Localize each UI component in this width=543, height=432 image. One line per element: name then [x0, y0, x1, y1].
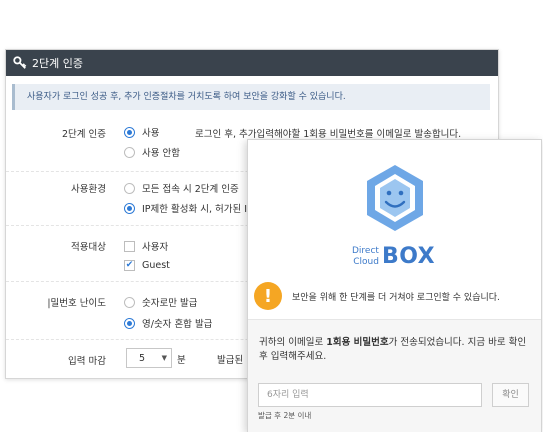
auth-option-off[interactable]: 사용 안함	[124, 145, 180, 159]
chevron-down-icon: ▼	[161, 354, 167, 362]
panel-title: 2단계 인증	[32, 57, 83, 70]
brand-wordmark: Direct Cloud BOX	[352, 244, 435, 269]
expire-note: 발급 후 2분 이내	[258, 411, 312, 420]
deadline-select[interactable]: 5 ▼	[126, 348, 172, 368]
env-option-all[interactable]: 모든 접속 시 2단계 인증	[124, 181, 239, 195]
otp-code-input[interactable]: 6자리 입력	[258, 383, 482, 407]
brand-direct: Direct	[352, 245, 379, 256]
target-label: 적용대상	[71, 242, 106, 253]
deadline-unit: 분	[177, 355, 186, 366]
radio-unchecked[interactable]	[124, 296, 135, 308]
confirm-button[interactable]: 확인	[492, 383, 529, 407]
radio-checked[interactable]	[124, 317, 135, 329]
difficulty-option-numeric[interactable]: 숫자로만 발급	[124, 295, 197, 309]
sent-bold: 1회용 비밀번호	[326, 337, 389, 348]
env-option-ip-label: IP제한 활성화 시, 허가된 I	[142, 204, 248, 215]
auth-option-off-label: 사용 안함	[142, 148, 180, 159]
difficulty-option-mixed-label: 영/숫자 혼합 발급	[142, 319, 213, 330]
auth-option-use[interactable]: 사용	[124, 125, 159, 139]
deadline-trailing-text: 발급된	[217, 355, 244, 366]
radio-checked[interactable]	[124, 202, 135, 214]
auth-option-use-label: 사용	[142, 128, 160, 139]
auth-description: 로그인 후, 추가입력해야할 1회용 비밀번호를 이메일로 발송합니다.	[195, 129, 462, 140]
brand-box: BOX	[381, 244, 436, 269]
sent-pre: 귀하의 이메일로	[259, 337, 327, 348]
warning-icon: !	[254, 282, 282, 310]
difficulty-option-numeric-label: 숫자로만 발급	[142, 298, 198, 309]
brand-cloud: Cloud	[353, 256, 379, 267]
radio-checked[interactable]	[124, 126, 135, 138]
key-icon	[13, 56, 27, 69]
panel-header: 2단계 인증	[6, 50, 498, 76]
difficulty-label: |밀번호 난이도	[47, 298, 106, 309]
directcloud-logo-icon	[367, 165, 423, 231]
target-option-user-label: 사용자	[142, 242, 169, 253]
target-option-guest[interactable]: ✔ Guest	[124, 260, 170, 271]
info-notice: 사용자가 로그인 성공 후, 추가 인증절차를 거치도록 하여 보안을 강화할 …	[12, 84, 490, 110]
env-option-ip[interactable]: IP제한 활성화 시, 허가된 I	[124, 201, 247, 215]
radio-unchecked[interactable]	[124, 182, 135, 194]
difficulty-option-mixed[interactable]: 영/숫자 혼합 발급	[124, 316, 212, 330]
checkbox-unchecked[interactable]	[124, 240, 135, 252]
deadline-value: 5	[139, 352, 146, 364]
env-label: 사용환경	[71, 184, 106, 195]
otp-login-card: Direct Cloud BOX ! 보안을 위해 한 단계를 더 거쳐야 로그…	[247, 139, 542, 432]
otp-entry-section: 귀하의 이메일로 1회용 비밀번호가 전송되었습니다. 지금 바로 확인 후 입…	[248, 319, 541, 432]
target-option-user[interactable]: 사용자	[124, 239, 168, 253]
security-warning: ! 보안을 위해 한 단계를 더 거쳐야 로그인할 수 있습니다.	[254, 282, 536, 310]
warning-text: 보안을 위해 한 단계를 더 거쳐야 로그인할 수 있습니다.	[292, 292, 500, 303]
target-option-guest-label: Guest	[142, 260, 170, 271]
deadline-label: 입력 마감	[68, 356, 106, 367]
checkbox-checked[interactable]: ✔	[124, 260, 135, 271]
radio-unchecked[interactable]	[124, 146, 135, 158]
otp-sent-message: 귀하의 이메일로 1회용 비밀번호가 전송되었습니다. 지금 바로 확인 후 입…	[259, 336, 534, 364]
env-option-all-label: 모든 접속 시 2단계 인증	[142, 184, 239, 195]
brand-small-text: Direct Cloud	[352, 246, 379, 268]
auth-label: 2단계 인증	[61, 129, 106, 140]
